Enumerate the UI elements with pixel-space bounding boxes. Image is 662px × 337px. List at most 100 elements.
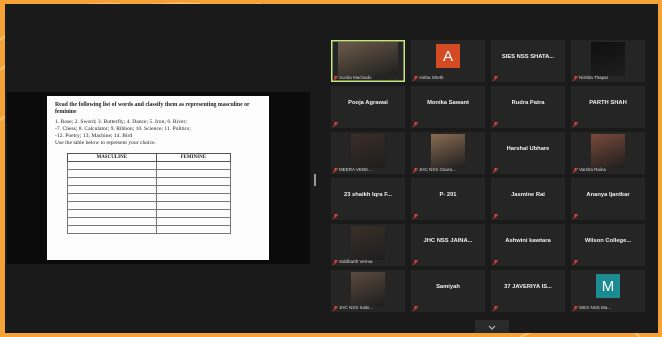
participant-name: Ashwini kawtara bbox=[505, 238, 551, 244]
participant-name: P- 201 bbox=[439, 192, 457, 198]
participant-tile[interactable]: JHC NSS Gaura... bbox=[411, 132, 485, 174]
participant-label: MEERA VENK... bbox=[339, 167, 373, 172]
document-list-line: -7. Chess; 8. Calculator; 9. Ribbon; 10.… bbox=[55, 126, 191, 133]
table-row bbox=[67, 225, 231, 235]
participant-tile[interactable]: Varsha Raina bbox=[571, 132, 645, 174]
table-row bbox=[67, 209, 231, 219]
microphone-muted-icon bbox=[413, 168, 418, 173]
participant-tile[interactable]: M SIES NSS Ma... bbox=[571, 270, 645, 312]
participant-tile[interactable]: 23 shaikh Iqra F... bbox=[331, 178, 405, 220]
microphone-muted-icon bbox=[573, 214, 578, 219]
document-list-line: 1. Rose; 2. Sword; 3. Butterfly; 4. Danc… bbox=[55, 119, 187, 126]
table-header: FEMININE bbox=[155, 153, 231, 163]
participant-label: Astha Sheth bbox=[419, 75, 444, 80]
participant-name: Rudra Patra bbox=[511, 100, 545, 106]
participant-video bbox=[351, 272, 385, 306]
participant-tile[interactable]: A Astha Sheth bbox=[411, 40, 485, 82]
participant-label: Nishita Thapar bbox=[579, 75, 609, 80]
microphone-muted-icon bbox=[413, 76, 418, 81]
participant-tile[interactable]: Harshal Ubhare bbox=[491, 132, 565, 174]
participant-video bbox=[351, 134, 385, 168]
participant-label: Siddharth Verma bbox=[339, 259, 373, 264]
microphone-muted-icon bbox=[333, 260, 338, 265]
participant-tile[interactable]: Samiyah bbox=[411, 270, 485, 312]
microphone-muted-icon bbox=[573, 76, 578, 81]
chevron-down-icon bbox=[488, 325, 496, 330]
participant-label: JHC NSS Saiki... bbox=[339, 305, 374, 310]
microphone-muted-icon bbox=[493, 168, 498, 173]
participant-tile[interactable]: Rudra Patra bbox=[491, 86, 565, 128]
document-instruction: Read the following list of words and cla… bbox=[55, 102, 250, 116]
participant-name: Harshal Ubhare bbox=[506, 146, 550, 152]
participant-tile[interactable]: PARTH SHAH bbox=[571, 86, 645, 128]
participant-tile[interactable]: P- 201 bbox=[411, 178, 485, 220]
participant-name: 23 shaikh Iqra F... bbox=[343, 192, 392, 198]
participant-label: Sunita Machado bbox=[339, 75, 372, 80]
participant-avatar: A bbox=[436, 44, 460, 68]
microphone-muted-icon bbox=[493, 306, 498, 311]
participant-tile[interactable]: Pooja Agrawal bbox=[331, 86, 405, 128]
participant-name: Monika Sawant bbox=[427, 100, 469, 106]
participant-tile[interactable]: Ananya Ijantkar bbox=[571, 178, 645, 220]
microphone-muted-icon bbox=[413, 122, 418, 127]
split-divider-handle[interactable] bbox=[314, 174, 316, 186]
participant-name: JHC NSS JAINA... bbox=[423, 238, 473, 244]
microphone-muted-icon bbox=[573, 168, 578, 173]
microphone-muted-icon bbox=[573, 122, 578, 127]
meeting-window: Read the following list of words and cla… bbox=[5, 4, 658, 333]
microphone-muted-icon bbox=[413, 260, 418, 265]
microphone-muted-icon bbox=[333, 214, 338, 219]
microphone-muted-icon bbox=[493, 260, 498, 265]
microphone-muted-icon bbox=[333, 168, 338, 173]
participant-label: SIES NSS Ma... bbox=[579, 305, 612, 310]
participant-tile[interactable]: Sunita Machado bbox=[331, 40, 405, 82]
participant-tile[interactable]: Siddharth Verma bbox=[331, 224, 405, 266]
table-row bbox=[67, 169, 231, 179]
microphone-muted-icon bbox=[493, 122, 498, 127]
document-list-line: Use the table below to represent your ch… bbox=[55, 140, 156, 147]
microphone-muted-icon bbox=[333, 306, 338, 311]
participant-video bbox=[591, 134, 625, 168]
participant-video bbox=[591, 42, 625, 76]
table-row bbox=[67, 161, 231, 171]
table-row bbox=[67, 185, 231, 195]
microphone-muted-icon bbox=[573, 260, 578, 265]
more-participants-button[interactable] bbox=[475, 320, 509, 333]
microphone-muted-icon bbox=[493, 76, 498, 81]
table-row bbox=[67, 201, 231, 211]
participant-name: SIES NSS SHATA... bbox=[501, 54, 555, 60]
participant-name: 37 JAVERIYA IS... bbox=[504, 284, 552, 290]
participant-name: Wilson College... bbox=[584, 238, 632, 244]
participant-tile[interactable]: Ashwini kawtara bbox=[491, 224, 565, 266]
participant-tile[interactable]: 37 JAVERIYA IS... bbox=[491, 270, 565, 312]
microphone-muted-icon bbox=[573, 306, 578, 311]
participant-label: Varsha Raina bbox=[579, 167, 606, 172]
participant-name: Pooja Agrawal bbox=[348, 100, 388, 106]
microphone-muted-icon bbox=[493, 214, 498, 219]
participant-label: JHC NSS Gaura... bbox=[419, 167, 456, 172]
participant-name: PARTH SHAH bbox=[589, 100, 627, 106]
participant-tile[interactable]: MEERA VENK... bbox=[331, 132, 405, 174]
participant-video bbox=[351, 226, 385, 260]
classification-table: MASCULINE FEMININE bbox=[67, 153, 231, 235]
participant-tile[interactable]: JHC NSS Saiki... bbox=[331, 270, 405, 312]
participant-name: Samiyah bbox=[436, 284, 460, 290]
microphone-muted-icon bbox=[413, 306, 418, 311]
participant-tile[interactable]: JHC NSS JAINA... bbox=[411, 224, 485, 266]
participant-name: Ananya Ijantkar bbox=[586, 192, 630, 198]
participant-name: Jasmine Rai bbox=[511, 192, 545, 198]
participant-tile[interactable]: Monika Sawant bbox=[411, 86, 485, 128]
participant-tile[interactable]: Nishita Thapar bbox=[571, 40, 645, 82]
participant-tile[interactable]: SIES NSS SHATA... bbox=[491, 40, 565, 82]
table-header: MASCULINE bbox=[67, 153, 157, 163]
screen-share-view: Read the following list of words and cla… bbox=[7, 92, 310, 264]
participant-tile[interactable]: Jasmine Rai bbox=[491, 178, 565, 220]
shared-document: Read the following list of words and cla… bbox=[47, 96, 269, 260]
table-row bbox=[67, 177, 231, 187]
participant-avatar: M bbox=[596, 274, 620, 298]
table-row bbox=[67, 193, 231, 203]
participant-video bbox=[431, 134, 465, 168]
microphone-muted-icon bbox=[413, 214, 418, 219]
participant-tile[interactable]: Wilson College... bbox=[571, 224, 645, 266]
microphone-muted-icon bbox=[333, 76, 338, 81]
